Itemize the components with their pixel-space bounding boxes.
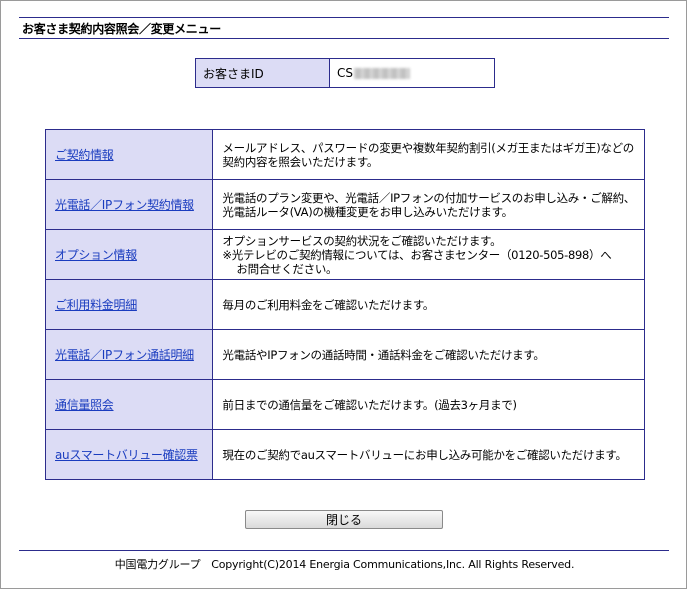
menu-row: ご利用料金明細 毎月のご利用料金をご確認いただけます。 (44, 279, 645, 330)
menu-description: 光電話のプラン変更や、光電話／IPフォンの付加サービスのお申し込み・ご解約、 光電… (212, 179, 645, 230)
customer-id-cell: CS (329, 58, 495, 88)
menu-link[interactable]: オプション情報 (55, 248, 137, 262)
menu-description-line: ※光テレビのご契約情報については、お客さまセンター（0120-505-898）へ (222, 247, 612, 262)
menu-row: ご契約情報 メールアドレス、パスワードの変更や複数年契約割引(メガ王またはギガ王)… (44, 129, 645, 180)
menu-link-cell: オプション情報 (44, 229, 214, 280)
menu-row: 通信量照会 前日までの通信量をご確認いただけます。(過去3ヶ月まで) (44, 379, 645, 430)
menu-link[interactable]: 光電話／IPフォン契約情報 (55, 198, 194, 212)
close-button[interactable]: 閉じる (245, 510, 443, 529)
menu-description-line: 光電話ルータ(VA)の機種変更をお申し込みいただけます。 (222, 204, 513, 219)
menu-description-line: 現在のご契約でauスマートバリューにお申し込み可能かをご確認いただけます。 (222, 447, 627, 462)
menu-description: オプションサービスの契約状況をご確認いただけます。 ※光テレビのご契約情報について… (212, 229, 645, 280)
menu-link[interactable]: 通信量照会 (55, 398, 114, 412)
contract-menu-table: ご契約情報 メールアドレス、パスワードの変更や複数年契約割引(メガ王またはギガ王)… (44, 129, 645, 480)
menu-link[interactable]: ご利用料金明細 (55, 298, 137, 312)
menu-link[interactable]: ご契約情報 (55, 148, 114, 162)
menu-description-line: 契約内容を照会いただけます。 (222, 154, 379, 169)
menu-description-line: メールアドレス、パスワードの変更や複数年契約割引(メガ王またはギガ王)などの (222, 140, 634, 155)
redacted-id-mask (354, 68, 410, 79)
customer-id-value: CS (337, 66, 353, 80)
menu-description: 毎月のご利用料金をご確認いただけます。 (212, 279, 645, 330)
menu-link-cell: ご利用料金明細 (44, 279, 214, 330)
menu-link-cell: 通信量照会 (44, 379, 214, 430)
menu-link-cell: 光電話／IPフォン契約情報 (44, 179, 214, 230)
menu-row: auスマートバリュー確認票 現在のご契約でauスマートバリューにお申し込み可能かを… (44, 429, 645, 480)
page-title: お客さま契約内容照会／変更メニュー (22, 22, 221, 36)
menu-description-line: オプションサービスの契約状況をご確認いただけます。 (222, 233, 502, 248)
menu-description: 前日までの通信量をご確認いただけます。(過去3ヶ月まで) (212, 379, 645, 430)
menu-link[interactable]: 光電話／IPフォン通話明細 (55, 348, 194, 362)
customer-id-table: お客さまID CS (195, 58, 495, 88)
menu-link[interactable]: auスマートバリュー確認票 (55, 448, 198, 462)
menu-row: 光電話／IPフォン契約情報 光電話のプラン変更や、光電話／IPフォンの付加サービス… (44, 179, 645, 230)
menu-description-line: お問合せください。 (236, 261, 338, 276)
customer-id-label: お客さまID (195, 58, 330, 88)
menu-row: オプション情報 オプションサービスの契約状況をご確認いただけます。 ※光テレビのご契… (44, 229, 645, 280)
footer-copyright: 中国電力グループ Copyright(C)2014 Energia Commun… (114, 558, 575, 571)
menu-description-line: 光電話やIPフォンの通話時間・通話料金をご確認いただけます。 (222, 347, 545, 362)
menu-description-line: 毎月のご利用料金をご確認いただけます。 (222, 297, 435, 312)
page-frame: お客さま契約内容照会／変更メニュー お客さまID CS ご契約情報 メールアドレス… (0, 0, 687, 589)
menu-link-cell: auスマートバリュー確認票 (44, 429, 214, 480)
menu-description-line: 前日までの通信量をご確認いただけます。(過去3ヶ月まで) (222, 397, 517, 412)
menu-row: 光電話／IPフォン通話明細 光電話やIPフォンの通話時間・通話料金をご確認いただけ… (44, 329, 645, 380)
menu-description: 現在のご契約でauスマートバリューにお申し込み可能かをご確認いただけます。 (212, 429, 645, 480)
menu-description: メールアドレス、パスワードの変更や複数年契約割引(メガ王またはギガ王)などの 契約… (212, 129, 645, 180)
menu-description-line: 光電話のプラン変更や、光電話／IPフォンの付加サービスのお申し込み・ご解約、 (222, 190, 635, 205)
menu-link-cell: 光電話／IPフォン通話明細 (44, 329, 214, 380)
page-title-bar: お客さま契約内容照会／変更メニュー (19, 17, 669, 39)
menu-description: 光電話やIPフォンの通話時間・通話料金をご確認いただけます。 (212, 329, 645, 380)
menu-link-cell: ご契約情報 (44, 129, 214, 180)
footer-divider (19, 550, 669, 551)
